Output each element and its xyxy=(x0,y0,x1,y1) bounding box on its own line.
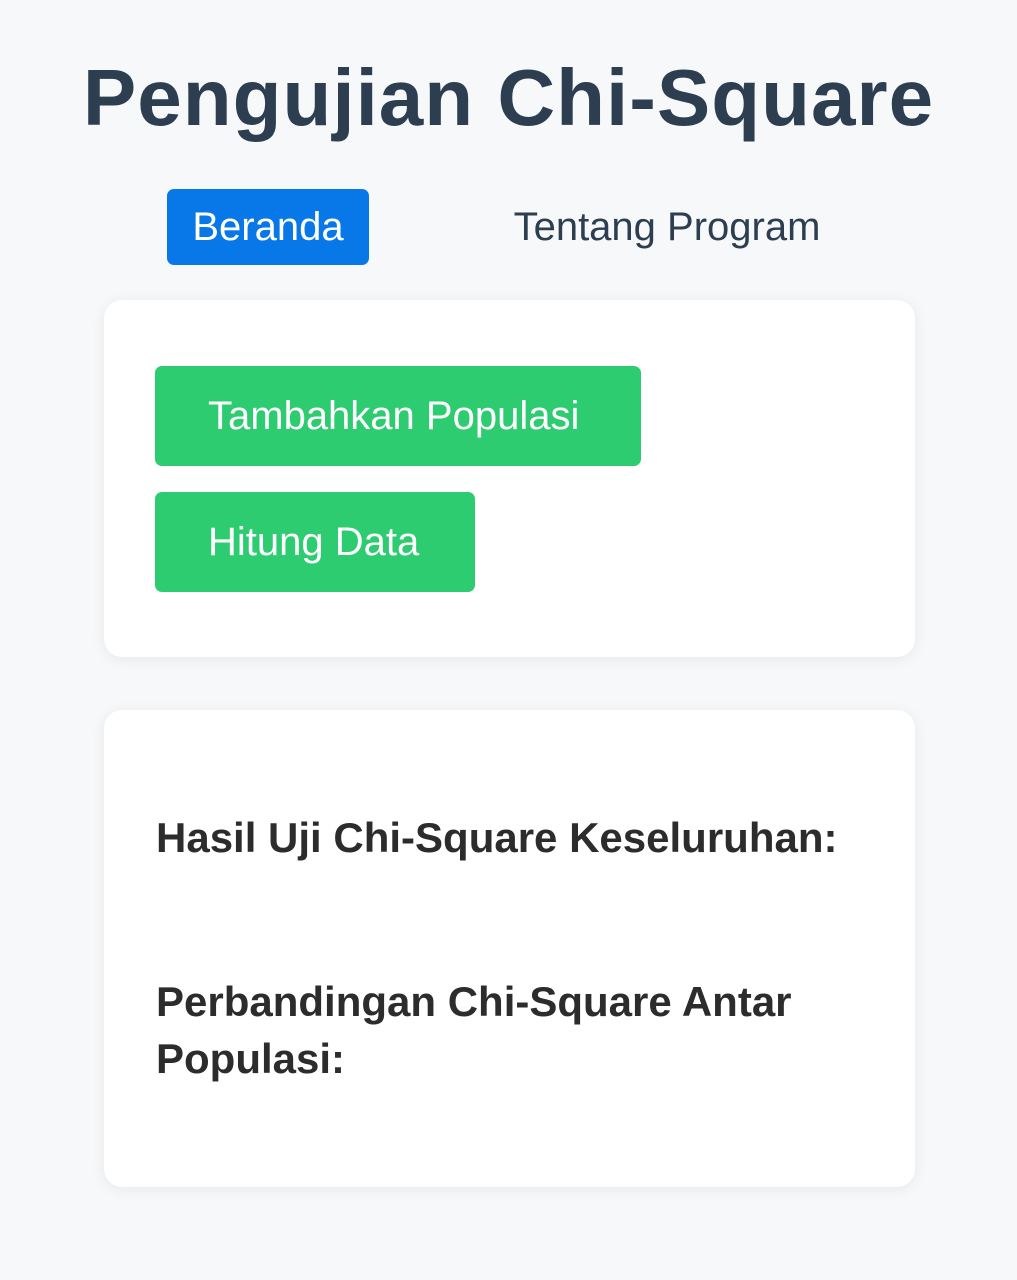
calculate-data-button[interactable]: Hitung Data xyxy=(155,492,475,592)
comparison-result-heading: Perbandingan Chi-Square Antar Populasi: xyxy=(156,978,792,1082)
tab-beranda[interactable]: Beranda xyxy=(167,189,369,265)
actions-card: Tambahkan Populasi Hitung Data xyxy=(104,300,915,657)
main-nav: Beranda Tentang Program xyxy=(0,189,1017,265)
overall-result-heading: Hasil Uji Chi-Square Keseluruhan: xyxy=(156,814,838,861)
results-card: Hasil Uji Chi-Square Keseluruhan: Perban… xyxy=(104,710,915,1187)
tab-tentang-program[interactable]: Tentang Program xyxy=(500,189,834,265)
add-population-button[interactable]: Tambahkan Populasi xyxy=(155,366,641,466)
page-title: Pengujian Chi-Square xyxy=(82,53,935,142)
